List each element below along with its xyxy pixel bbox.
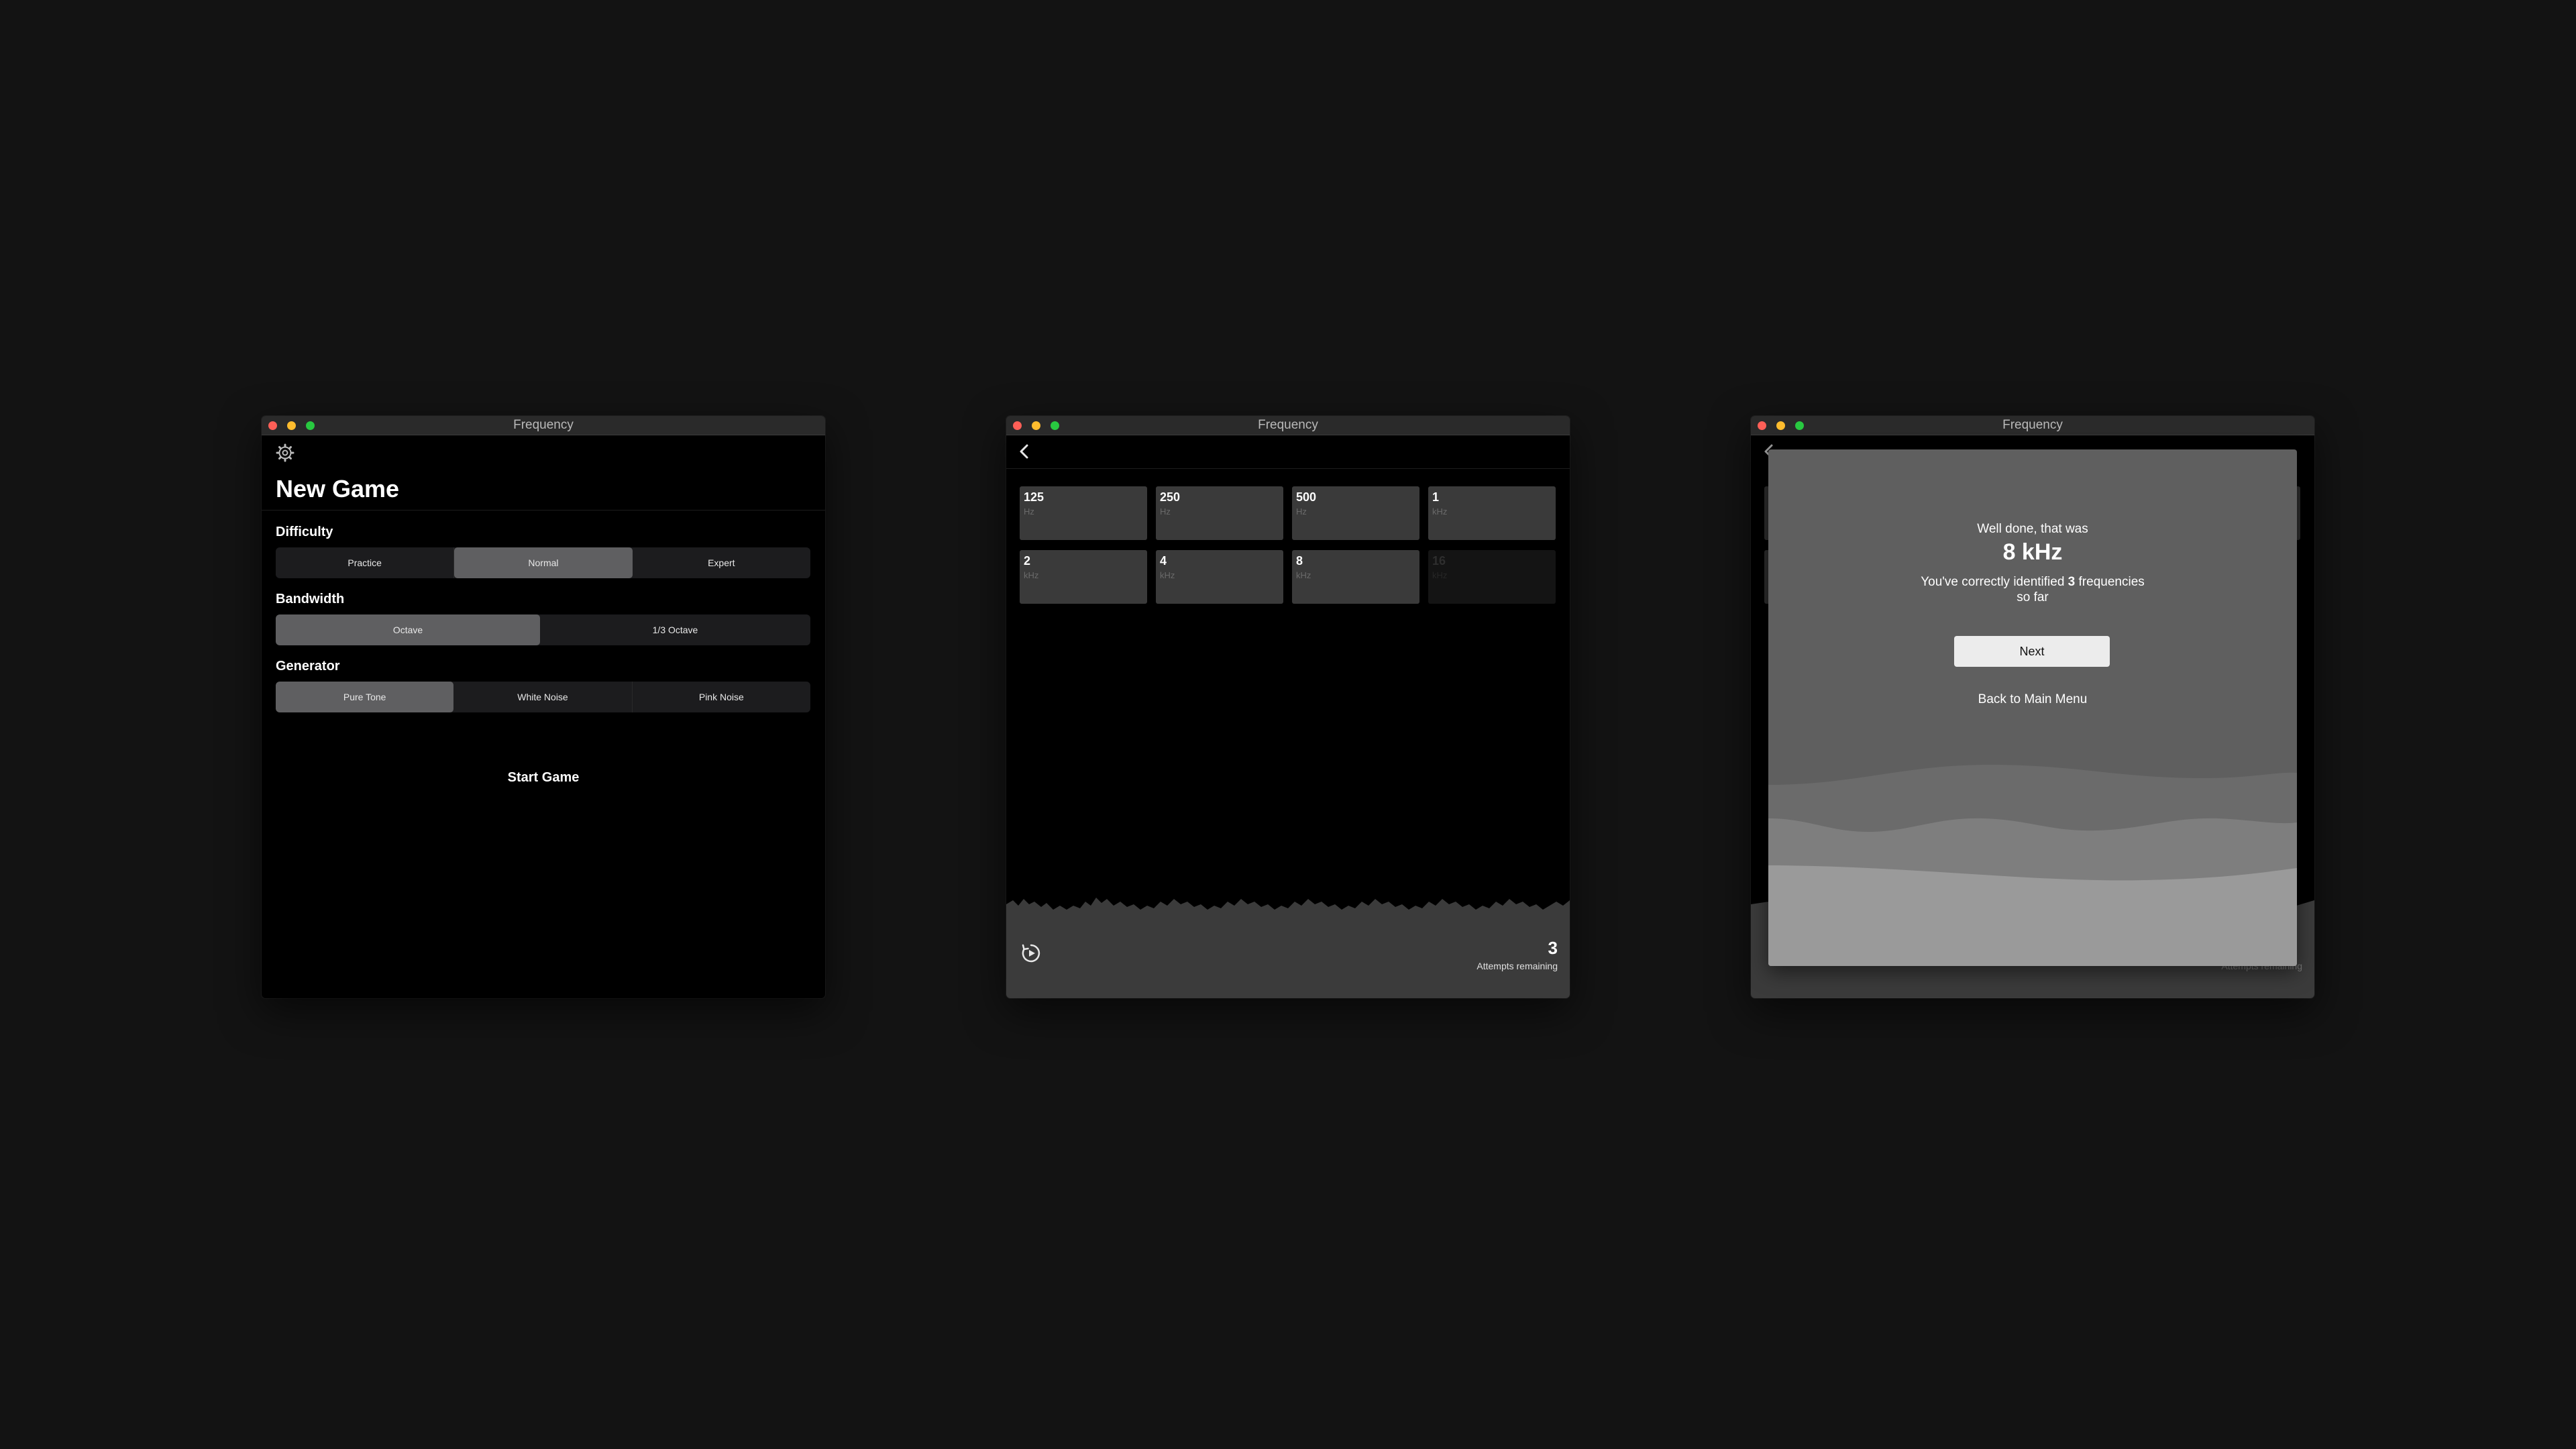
difficulty-option-practice[interactable]: Practice: [276, 547, 455, 578]
tile-value: 500: [1296, 490, 1317, 504]
tile-unit: kHz: [1160, 570, 1175, 580]
generator-option-pure-tone[interactable]: Pure Tone: [276, 682, 454, 712]
bandwidth-label: Bandwidth: [276, 592, 345, 606]
tile-unit: Hz: [1024, 506, 1034, 517]
tile-unit: kHz: [1296, 570, 1311, 580]
tile-value: 4: [1160, 554, 1167, 568]
gear-icon[interactable]: [275, 443, 295, 463]
tile-value: 2: [1024, 554, 1031, 568]
start-game-button[interactable]: Start Game: [262, 770, 825, 786]
window-title: Frequency: [2002, 418, 2063, 432]
frequency-tile-250hz[interactable]: 250 Hz: [1156, 486, 1283, 540]
score-suffix: frequencies: [2075, 575, 2145, 589]
result-frequency: 8 kHz: [2002, 539, 2063, 565]
divider: [1006, 468, 1570, 469]
tile-unit: kHz: [1432, 570, 1448, 580]
replay-icon[interactable]: [1020, 942, 1042, 965]
result-dialog: Well done, that was 8 kHz You've correct…: [1768, 449, 2297, 966]
frequency-tile-4khz[interactable]: 4 kHz: [1156, 550, 1283, 604]
attempts-remaining-count: 3: [1548, 938, 1558, 958]
result-window: Frequency Attempts remaining Well done, …: [1751, 416, 2314, 998]
generator-option-white-noise[interactable]: White Noise: [453, 682, 633, 712]
divider: [262, 510, 825, 511]
window-title: Frequency: [1258, 418, 1318, 432]
result-message: Well done, that was: [1977, 522, 2088, 536]
tile-value: 8: [1296, 554, 1303, 568]
window-title: Frequency: [513, 418, 574, 432]
titlebar[interactable]: Frequency: [1751, 416, 2314, 435]
difficulty-option-normal[interactable]: Normal: [454, 547, 633, 578]
generator-label: Generator: [276, 659, 340, 674]
generator-segmented-control: Pure Tone White Noise Pink Noise: [276, 682, 810, 712]
chevron-left-icon[interactable]: [1014, 441, 1034, 462]
page-title: New Game: [276, 475, 400, 502]
tile-unit: Hz: [1160, 506, 1171, 517]
bandwidth-option-third-octave[interactable]: 1/3 Octave: [540, 614, 810, 645]
next-button[interactable]: Next: [1954, 636, 2110, 667]
tile-value: 16: [1432, 554, 1446, 568]
frequency-tile-500hz[interactable]: 500 Hz: [1292, 486, 1419, 540]
difficulty-label: Difficulty: [276, 525, 333, 539]
frequency-tile-125hz[interactable]: 125 Hz: [1020, 486, 1147, 540]
tile-value: 250: [1160, 490, 1181, 504]
frequency-tile-8khz[interactable]: 8 kHz: [1292, 550, 1419, 604]
titlebar[interactable]: Frequency: [262, 416, 825, 435]
tile-unit: Hz: [1296, 506, 1307, 517]
settings-window: Frequency New Game Difficulty Practice N…: [262, 416, 825, 998]
score-suffix-line2: so far: [2017, 590, 2049, 604]
score-prefix: You've correctly identified: [1921, 575, 2068, 589]
game-window: Frequency 125 Hz 250 Hz 500 Hz 1 kHz 2 k…: [1006, 416, 1570, 998]
tile-unit: kHz: [1432, 506, 1448, 517]
difficulty-option-expert[interactable]: Expert: [633, 547, 810, 578]
tile-value: 1: [1432, 490, 1440, 504]
difficulty-segmented-control: Practice Normal Expert: [276, 547, 810, 578]
bandwidth-segmented-control: Octave 1/3 Octave: [276, 614, 810, 645]
wave-decoration: [1768, 765, 2297, 966]
waveform-footer: [1006, 898, 1570, 998]
frequency-tile-2khz[interactable]: 2 kHz: [1020, 550, 1147, 604]
attempts-remaining-label: Attempts remaining: [1477, 961, 1558, 971]
tile-value: 125: [1024, 490, 1044, 504]
frequency-tile-1khz[interactable]: 1 kHz: [1428, 486, 1556, 540]
score-count: 3: [2068, 575, 2076, 589]
tile-unit: kHz: [1024, 570, 1039, 580]
bandwidth-option-octave[interactable]: Octave: [276, 614, 540, 645]
generator-option-pink-noise[interactable]: Pink Noise: [633, 682, 810, 712]
titlebar[interactable]: Frequency: [1006, 416, 1570, 435]
score-message: You've correctly identified 3 frequencie…: [1768, 574, 2297, 605]
back-to-main-menu-button[interactable]: Back to Main Menu: [1768, 692, 2297, 707]
frequency-tile-16khz-disabled: 16 kHz: [1428, 550, 1556, 604]
